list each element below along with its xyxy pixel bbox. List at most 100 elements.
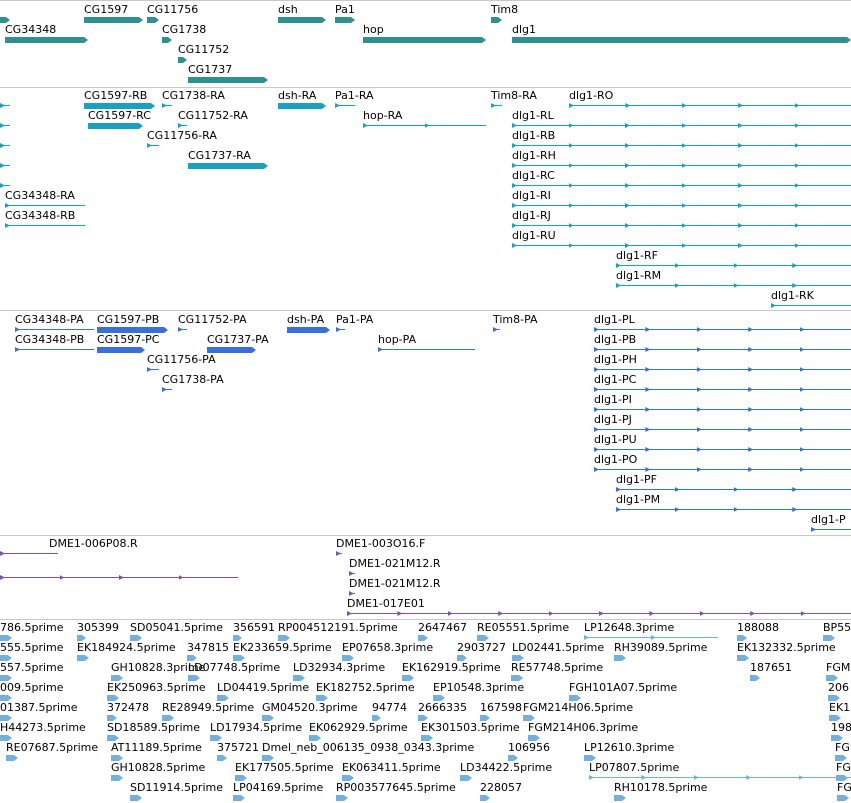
feature-label[interactable]: dlg1-PM	[616, 493, 660, 506]
feature-glyph[interactable]	[147, 367, 159, 372]
feature-label[interactable]: RH10178.5prime	[614, 781, 707, 794]
feature-glyph[interactable]	[491, 17, 502, 23]
feature-label[interactable]: FG	[835, 741, 850, 754]
feature-label[interactable]: 305399	[77, 621, 119, 634]
feature-label[interactable]: H44273.5prime	[0, 721, 86, 734]
feature-label[interactable]: CG1737-PA	[207, 333, 269, 346]
feature-label[interactable]: 206	[828, 681, 849, 694]
feature-label[interactable]: dlg1-RB	[512, 129, 555, 142]
feature-label[interactable]: RP004512191.5prime	[278, 621, 398, 634]
feature-label[interactable]: dlg1-RL	[512, 109, 554, 122]
feature-label[interactable]: CG1738	[162, 23, 206, 36]
feature-glyph[interactable]	[569, 103, 851, 108]
feature-label[interactable]: CG1737-RA	[188, 149, 251, 162]
feature-glyph[interactable]	[162, 103, 172, 108]
feature-glyph[interactable]	[750, 675, 760, 681]
feature-label[interactable]: dlg1-PU	[594, 433, 637, 446]
feature-label[interactable]: hop-RA	[363, 109, 402, 122]
feature-label[interactable]: EK1	[829, 701, 850, 714]
feature-label[interactable]: dlg1-PJ	[594, 413, 632, 426]
feature-label[interactable]: EK301503.5prime	[421, 721, 520, 734]
feature-label[interactable]: 167598	[480, 701, 522, 714]
feature-label[interactable]: dlg1-RJ	[512, 209, 551, 222]
feature-glyph[interactable]	[278, 103, 326, 109]
feature-glyph[interactable]	[88, 123, 143, 129]
feature-glyph[interactable]	[0, 163, 10, 168]
feature-glyph[interactable]	[5, 37, 88, 43]
feature-label[interactable]: dlg1-PF	[616, 473, 657, 486]
feature-label[interactable]: dlg1-RI	[512, 189, 551, 202]
feature-label[interactable]: LD04419.5prime	[217, 681, 309, 694]
feature-glyph[interactable]	[0, 551, 58, 556]
feature-label[interactable]: EK233659.5prime	[233, 641, 332, 654]
feature-label[interactable]: dsh	[278, 3, 298, 16]
feature-label[interactable]: 356591	[233, 621, 275, 634]
feature-glyph[interactable]	[614, 795, 626, 801]
feature-label[interactable]: 347815	[187, 641, 229, 654]
feature-label[interactable]: dsh-PA	[287, 313, 324, 326]
feature-label[interactable]: dlg1-RO	[569, 89, 613, 102]
feature-glyph[interactable]	[378, 347, 475, 352]
feature-glyph[interactable]	[811, 527, 851, 532]
feature-label[interactable]: DME1-021M12.R	[349, 577, 441, 590]
feature-label[interactable]: RE07687.5prime	[6, 741, 98, 754]
feature-label[interactable]: LP07807.5prime	[589, 761, 679, 774]
feature-label[interactable]: CG34348-RA	[5, 189, 75, 202]
feature-glyph[interactable]	[594, 427, 851, 432]
feature-label[interactable]: EK184924.5prime	[77, 641, 176, 654]
feature-label[interactable]: hop-PA	[378, 333, 416, 346]
feature-glyph[interactable]	[162, 387, 172, 392]
feature-glyph[interactable]	[147, 143, 159, 148]
feature-glyph[interactable]	[0, 183, 10, 188]
feature-glyph[interactable]	[0, 575, 238, 580]
feature-glyph[interactable]	[278, 17, 326, 23]
feature-glyph[interactable]	[512, 163, 851, 168]
feature-glyph[interactable]	[616, 283, 851, 288]
feature-label[interactable]: dlg1-RF	[616, 249, 658, 262]
feature-label[interactable]: dlg1-PC	[594, 373, 636, 386]
feature-glyph[interactable]	[594, 447, 851, 452]
feature-glyph[interactable]	[594, 347, 851, 352]
feature-label[interactable]: CG1738-RA	[162, 89, 225, 102]
feature-label[interactable]: 94774	[372, 701, 407, 714]
feature-glyph[interactable]	[147, 17, 159, 23]
feature-glyph[interactable]	[0, 143, 10, 148]
feature-glyph[interactable]	[480, 795, 490, 801]
feature-glyph[interactable]	[178, 123, 187, 128]
feature-label[interactable]: CG1597-RB	[84, 89, 147, 102]
feature-label[interactable]: EP10548.3prime	[433, 681, 524, 694]
feature-glyph[interactable]	[15, 327, 94, 332]
feature-glyph[interactable]	[6, 755, 18, 761]
feature-label[interactable]: Pa1-RA	[335, 89, 374, 102]
feature-glyph[interactable]	[349, 571, 355, 576]
feature-glyph[interactable]	[347, 611, 851, 616]
feature-glyph[interactable]	[512, 203, 851, 208]
feature-label[interactable]: CG34348-PB	[15, 333, 84, 346]
feature-label[interactable]: Pa1	[335, 3, 355, 16]
feature-label[interactable]: 188088	[737, 621, 779, 634]
feature-label[interactable]: CG1737	[188, 63, 232, 76]
feature-label[interactable]: 2903727	[457, 641, 506, 654]
feature-label[interactable]: Tim8-PA	[493, 313, 538, 326]
feature-label[interactable]: 372478	[107, 701, 149, 714]
feature-glyph[interactable]	[188, 77, 268, 83]
feature-label[interactable]: dlg1-RK	[771, 289, 814, 302]
feature-glyph[interactable]	[493, 327, 500, 332]
feature-label[interactable]: GM04520.3prime	[262, 701, 358, 714]
feature-glyph[interactable]	[837, 795, 849, 801]
feature-label[interactable]: CG1597-PB	[97, 313, 159, 326]
feature-label[interactable]: EK132332.5prime	[737, 641, 836, 654]
feature-glyph[interactable]	[491, 103, 502, 108]
feature-label[interactable]: DME1-003O16.F	[336, 537, 425, 550]
feature-label[interactable]: GH10828.5prime	[111, 761, 205, 774]
feature-label[interactable]: Tim8	[491, 3, 518, 16]
feature-label[interactable]: FGM214H06.5prime	[523, 701, 633, 714]
feature-glyph[interactable]	[771, 303, 851, 308]
feature-label[interactable]: CG11752-RA	[178, 109, 248, 122]
feature-glyph[interactable]	[594, 367, 851, 372]
feature-label[interactable]: EP07658.3prime	[342, 641, 433, 654]
feature-label[interactable]: SD05041.5prime	[130, 621, 223, 634]
feature-glyph[interactable]	[594, 387, 851, 392]
feature-label[interactable]: LP04169.5prime	[233, 781, 323, 794]
feature-label[interactable]: dlg1-RU	[512, 229, 556, 242]
